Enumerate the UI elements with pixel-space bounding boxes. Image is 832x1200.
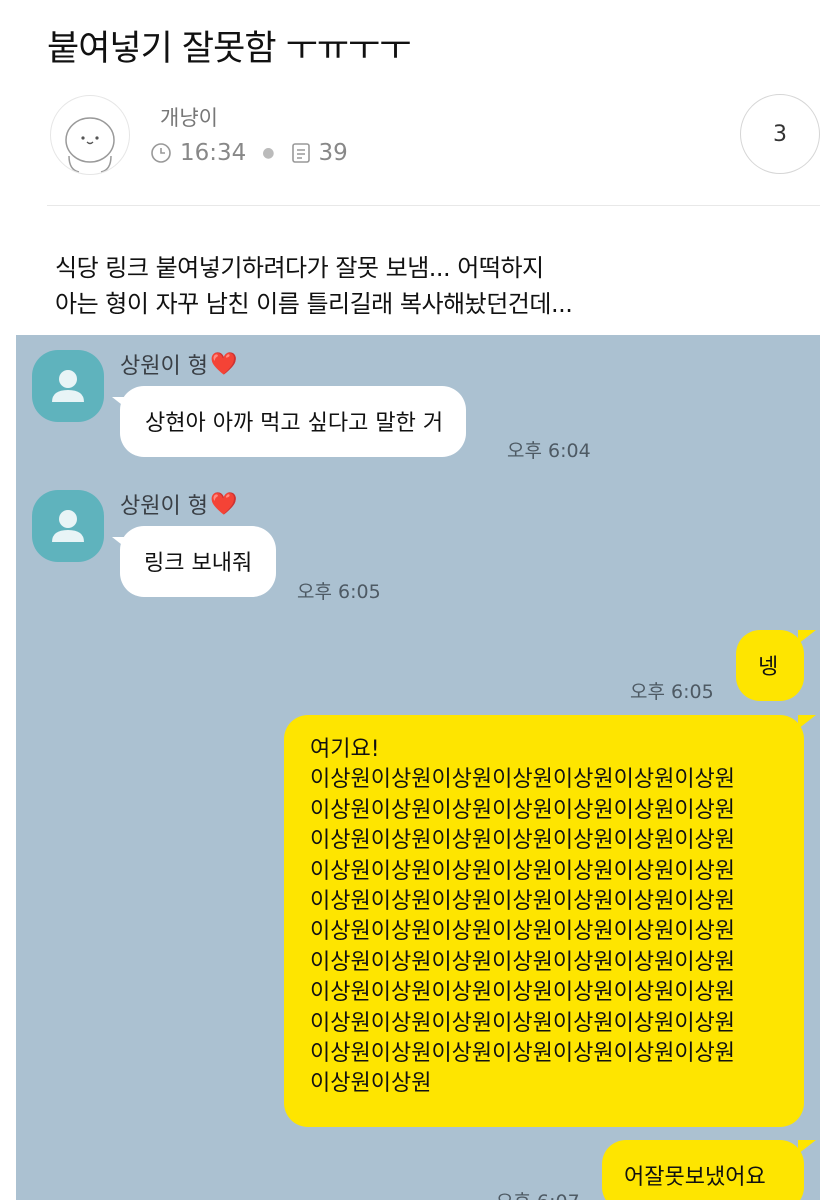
message-line: 이상원이상원이상원이상원이상원이상원이상원 xyxy=(310,858,736,884)
post-time: 16:34 xyxy=(180,140,247,166)
message-line: 여기요! xyxy=(310,737,380,762)
message-time: 오후 6:07 xyxy=(496,1187,580,1200)
sender-name: 상원이 형 ❤️ xyxy=(120,488,237,520)
post-meta: 16:34 ● 39 xyxy=(150,140,348,166)
message-time: 오후 6:05 xyxy=(630,681,714,703)
message-line: 이상원이상원이상원이상원이상원이상원이상원 xyxy=(310,828,736,854)
message-time: 오후 6:05 xyxy=(297,581,381,603)
heart-icon: ❤️ xyxy=(209,351,238,377)
character-face-icon xyxy=(65,117,115,173)
message-line: 이상원이상원이상원이상원이상원이상원이상원 xyxy=(310,1041,736,1067)
meta-separator: ● xyxy=(262,145,275,161)
chat-screenshot: 상원이 형 ❤️ 상현아 아까 먹고 싶다고 말한 거 오후 6:04 상원이 … xyxy=(16,335,820,1200)
sender-name-text: 상원이 형 xyxy=(120,494,208,519)
message-line: 이상원이상원이상원이상원이상원이상원이상원 xyxy=(310,1010,736,1036)
sender-name: 상원이 형 ❤️ xyxy=(120,348,237,380)
author-avatar[interactable] xyxy=(50,95,130,175)
clock-icon xyxy=(151,143,171,163)
bubble-tail xyxy=(798,630,816,644)
message-line: 이상원이상원이상원이상원이상원이상원이상원 xyxy=(310,919,736,945)
bubble-tail xyxy=(798,715,816,729)
view-count: 39 xyxy=(318,140,348,166)
sender-avatar[interactable] xyxy=(32,490,104,562)
person-icon xyxy=(52,370,84,402)
outgoing-message-bubble[interactable]: 여기요! 이상원이상원이상원이상원이상원이상원이상원 이상원이상원이상원이상원이… xyxy=(284,715,804,1127)
sender-avatar[interactable] xyxy=(32,350,104,422)
message-text: 넹 xyxy=(758,655,779,680)
sender-name-text: 상원이 형 xyxy=(120,354,208,379)
message-line: 이상원이상원이상원이상원이상원이상원이상원 xyxy=(310,767,736,793)
document-icon xyxy=(291,143,310,163)
message-text: 어잘못보냈어요 xyxy=(624,1165,766,1190)
message-text: 상현아 아까 먹고 싶다고 말한 거 xyxy=(145,411,444,436)
post-body-line: 아는 형이 자꾸 남친 이름 틀리길래 복사해놨던건데... xyxy=(55,290,573,318)
heart-icon: ❤️ xyxy=(209,491,238,517)
message-line: 이상원이상원이상원이상원이상원이상원이상원 xyxy=(310,797,736,823)
incoming-message-bubble[interactable]: 링크 보내줘 xyxy=(120,526,277,597)
outgoing-message-bubble[interactable]: 어잘못보냈어요 xyxy=(602,1140,804,1200)
bubble-tail xyxy=(798,1140,816,1154)
comment-count-button[interactable]: 3 xyxy=(740,94,820,174)
header-divider xyxy=(47,205,820,206)
post-body: 식당 링크 붙여넣기하려다가 잘못 보냄... 어떡하지 아는 형이 자꾸 남친… xyxy=(55,250,573,322)
message-text: 링크 보내줘 xyxy=(144,551,253,576)
message-line: 이상원이상원이상원이상원이상원이상원이상원 xyxy=(310,949,736,975)
message-time: 오후 6:04 xyxy=(507,440,591,462)
message-line: 이상원이상원이상원이상원이상원이상원이상원 xyxy=(310,889,736,915)
message-line: 이상원이상원 xyxy=(310,1071,432,1097)
incoming-message-bubble[interactable]: 상현아 아까 먹고 싶다고 말한 거 xyxy=(120,386,467,457)
outgoing-message-bubble[interactable]: 넹 xyxy=(736,630,804,701)
post-title: 붙여넣기 잘못함 ㅜㅠㅜㅜ xyxy=(47,29,411,69)
post-body-line: 식당 링크 붙여넣기하려다가 잘못 보냄... 어떡하지 xyxy=(55,254,544,282)
message-line: 이상원이상원이상원이상원이상원이상원이상원 xyxy=(310,980,736,1006)
author-name[interactable]: 개냥이 xyxy=(160,102,218,132)
person-icon xyxy=(52,510,84,542)
